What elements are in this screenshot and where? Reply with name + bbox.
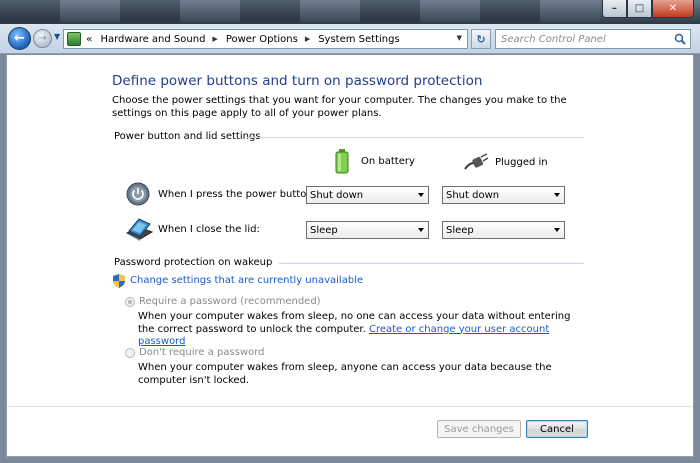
battery-icon: [335, 149, 349, 174]
lid-row-label: When I close the lid:: [158, 224, 260, 235]
laptop-lid-icon: [125, 218, 154, 241]
chevron-down-icon: [554, 228, 560, 232]
title-bar: – □ ✕: [0, 0, 700, 24]
breadcrumb-overflow[interactable]: «: [86, 34, 92, 45]
search-icon[interactable]: [674, 33, 686, 45]
close-button[interactable]: ✕: [652, 0, 694, 18]
arrow-right-icon: →: [38, 33, 47, 44]
window-controls: – □ ✕: [602, 0, 694, 18]
chevron-down-icon: [554, 193, 560, 197]
power-button-plugged-value: Shut down: [446, 189, 500, 201]
breadcrumb-hardware-and-sound[interactable]: Hardware and Sound: [100, 34, 205, 45]
chevron-down-icon: [418, 193, 424, 197]
section-divider: [247, 137, 584, 138]
chevron-down-icon: [418, 228, 424, 232]
change-unavailable-settings-link[interactable]: Change settings that are currently unava…: [130, 275, 363, 286]
require-password-label: Require a password (recommended): [139, 296, 321, 307]
save-changes-button[interactable]: Save changes: [437, 420, 521, 438]
forward-button[interactable]: →: [33, 29, 52, 48]
title-bar-background: [0, 0, 600, 22]
recent-pages-dropdown[interactable]: ▼: [54, 32, 60, 41]
power-button-battery-value: Shut down: [310, 189, 364, 201]
control-panel-icon: [67, 32, 81, 46]
refresh-button[interactable]: ↻: [471, 29, 491, 49]
footer-divider: [7, 406, 693, 407]
arrow-left-icon: ←: [14, 31, 25, 46]
on-battery-label: On battery: [361, 156, 415, 167]
lid-plugged-select[interactable]: Sleep: [442, 221, 565, 239]
back-button[interactable]: ←: [8, 27, 31, 50]
power-button-row-label: When I press the power button:: [158, 189, 317, 200]
breadcrumb-system-settings[interactable]: System Settings: [318, 34, 399, 45]
page-description: Choose the power settings that you want …: [112, 95, 567, 119]
power-button-plugged-select[interactable]: Shut down: [442, 186, 565, 204]
on-battery-column-header: On battery: [335, 149, 415, 174]
dont-require-password-description: When your computer wakes from sleep, any…: [138, 362, 552, 386]
breadcrumb-separator-icon[interactable]: ▶: [212, 35, 217, 43]
cancel-button[interactable]: Cancel: [526, 420, 588, 438]
power-button-battery-select[interactable]: Shut down: [306, 186, 429, 204]
maximize-button[interactable]: □: [627, 0, 652, 18]
plugged-in-label: Plugged in: [495, 156, 548, 168]
address-bar[interactable]: « Hardware and Sound ▶ Power Options ▶ S…: [63, 29, 468, 49]
require-password-description: When your computer wakes from sleep, no …: [138, 311, 578, 349]
navigation-bar: ← → ▼ « Hardware and Sound ▶ Power Optio…: [0, 24, 700, 54]
address-dropdown-icon[interactable]: ▼: [457, 34, 462, 42]
breadcrumb-power-options[interactable]: Power Options: [226, 34, 298, 45]
uac-shield-icon: [113, 274, 125, 288]
power-section-heading: Power button and lid settings: [114, 131, 261, 142]
content-area: Define power buttons and turn on passwor…: [6, 55, 694, 457]
lid-battery-value: Sleep: [310, 224, 338, 236]
password-section-heading: Password protection on wakeup: [114, 257, 273, 268]
lid-battery-select[interactable]: Sleep: [306, 221, 429, 239]
dont-require-password-radio[interactable]: [125, 348, 135, 358]
breadcrumb-separator-icon[interactable]: ▶: [305, 35, 310, 43]
search-input[interactable]: [501, 33, 671, 45]
page-title: Define power buttons and turn on passwor…: [112, 73, 483, 89]
power-plug-icon: [464, 153, 489, 170]
section-divider: [279, 263, 584, 264]
search-box[interactable]: [495, 29, 691, 49]
power-button-icon: [126, 182, 150, 206]
refresh-icon: ↻: [476, 32, 486, 46]
require-password-radio[interactable]: [125, 297, 135, 307]
minimize-button[interactable]: –: [602, 0, 627, 18]
plugged-in-column-header: Plugged in: [463, 153, 548, 171]
dont-require-password-label: Don't require a password: [139, 347, 265, 358]
lid-plugged-value: Sleep: [446, 224, 474, 236]
